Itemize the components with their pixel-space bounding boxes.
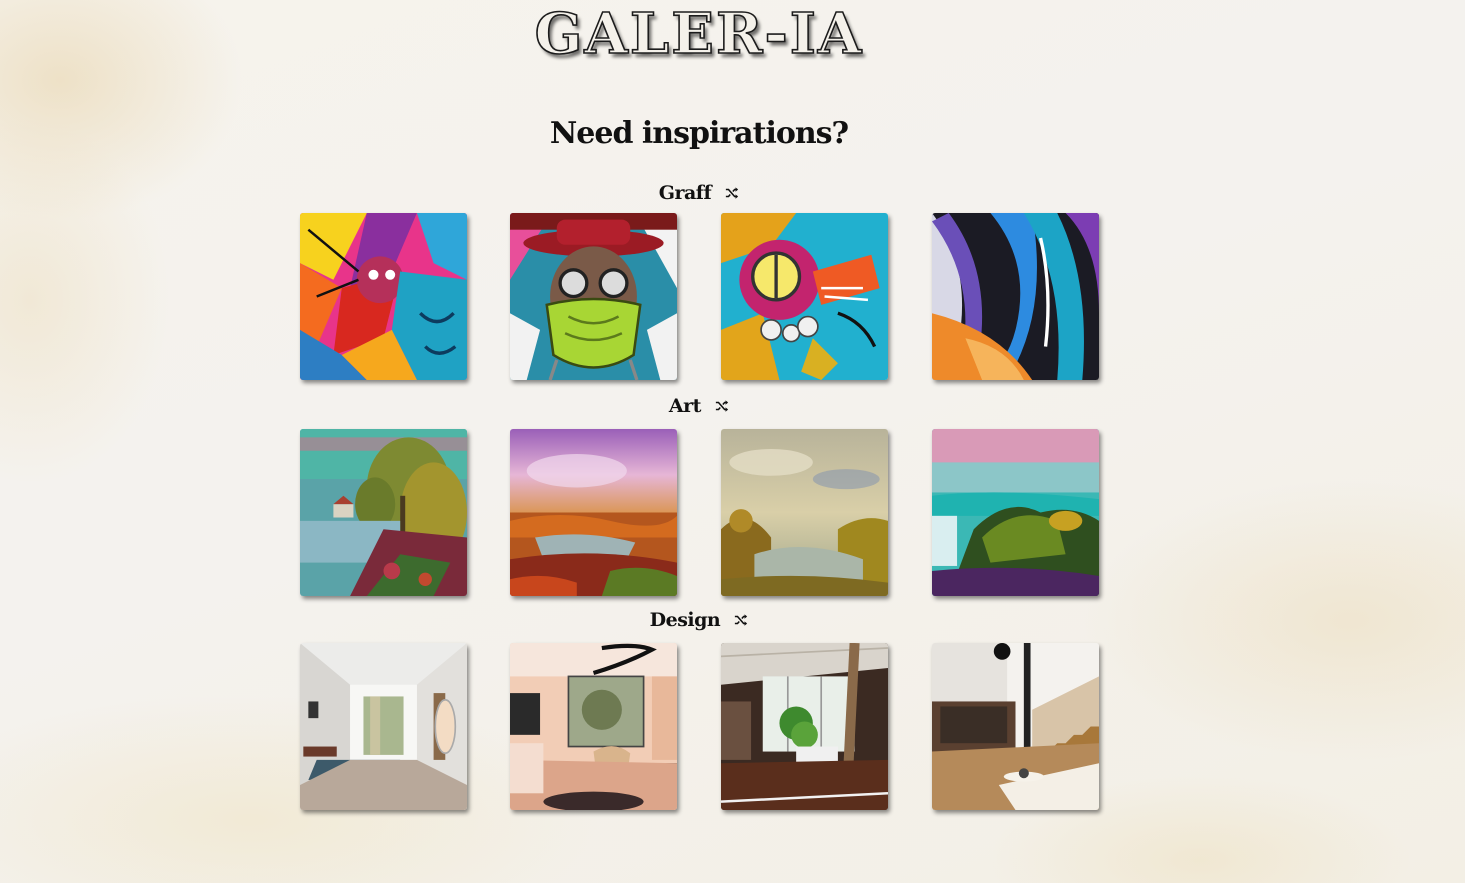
graffiti-image-3[interactable]	[721, 213, 888, 380]
design-image-4[interactable]	[932, 643, 1099, 810]
graffiti-image-1[interactable]	[300, 213, 467, 380]
section-title-graff: Graff	[0, 180, 1398, 205]
image-grid-art	[300, 429, 1099, 596]
design-image-3[interactable]	[721, 643, 888, 810]
design-image-2[interactable]	[510, 643, 677, 810]
art-image-3[interactable]	[721, 429, 888, 596]
art-image-2[interactable]	[510, 429, 677, 596]
section-label-art: Art	[668, 395, 702, 417]
graffiti-image-2[interactable]	[510, 213, 677, 380]
section-label-graff: Graff	[658, 182, 712, 204]
graffiti-image-4[interactable]	[932, 213, 1099, 380]
section-title-design: Design	[0, 607, 1398, 632]
design-image-1[interactable]	[300, 643, 467, 810]
art-image-1[interactable]	[300, 429, 467, 596]
shuffle-icon[interactable]	[734, 613, 748, 627]
art-image-4[interactable]	[932, 429, 1099, 596]
page-headline: Need inspirations?	[549, 116, 849, 151]
site-logo[interactable]: GALER-IA	[0, 1, 1398, 67]
section-label-design: Design	[649, 609, 721, 631]
shuffle-icon[interactable]	[715, 399, 729, 413]
image-grid-design	[300, 643, 1099, 810]
image-grid-graff	[300, 213, 1099, 380]
section-title-art: Art	[0, 393, 1398, 418]
shuffle-icon[interactable]	[725, 186, 739, 200]
